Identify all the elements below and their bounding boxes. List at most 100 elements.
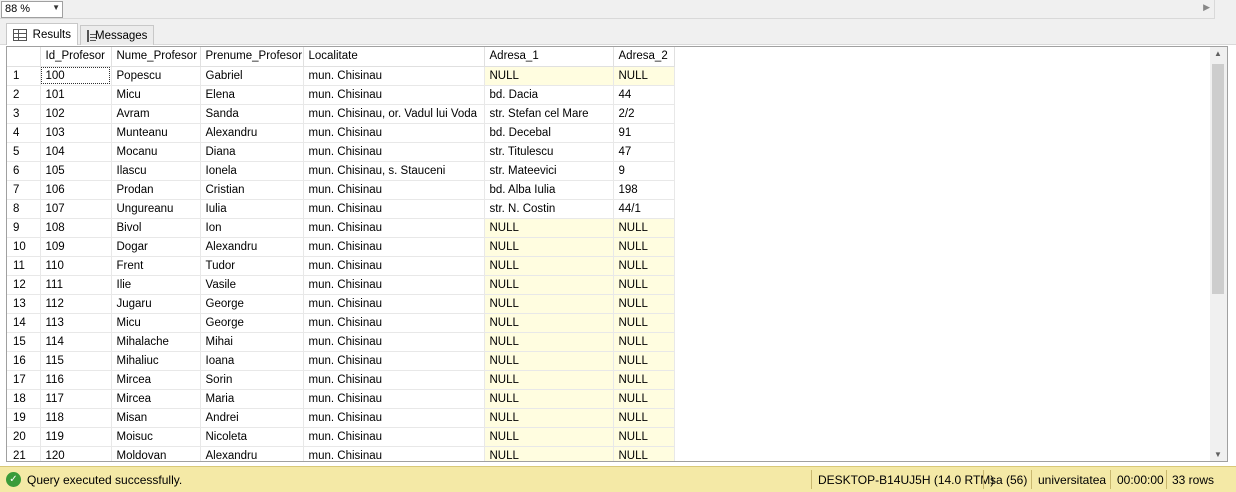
table-row[interactable]: 5 104 Mocanu Diana mun. Chisinau str. Titule… bbox=[7, 142, 675, 162]
grid-cell[interactable]: 115 bbox=[40, 351, 112, 371]
table-row[interactable]: 7 106 Prodan Cristian mun. Chisinau bd. Alba… bbox=[7, 180, 675, 200]
grid-cell[interactable]: Mocanu bbox=[111, 142, 201, 162]
grid-cell[interactable]: Moldovan bbox=[111, 446, 201, 461]
row-number[interactable]: 20 bbox=[7, 427, 41, 447]
grid-cell[interactable]: George bbox=[200, 313, 304, 333]
horizontal-scrollbar[interactable]: ▶ bbox=[66, 2, 1212, 17]
grid-cell[interactable]: Diana bbox=[200, 142, 304, 162]
grid-cell[interactable]: Jugaru bbox=[111, 294, 201, 314]
grid-cell[interactable]: mun. Chisinau bbox=[303, 427, 485, 447]
table-row[interactable]: 2 101 Micu Elena mun. Chisinau bd. Dacia 44 bbox=[7, 85, 675, 105]
row-number[interactable]: 6 bbox=[7, 161, 41, 181]
grid-cell[interactable]: 109 bbox=[40, 237, 112, 257]
row-number[interactable]: 11 bbox=[7, 256, 41, 276]
grid-cell[interactable]: Sorin bbox=[200, 370, 304, 390]
table-row[interactable]: 11 110 Frent Tudor mun. Chisinau NULL NULL bbox=[7, 256, 675, 276]
grid-cell[interactable]: 118 bbox=[40, 408, 112, 428]
row-number[interactable]: 17 bbox=[7, 370, 41, 390]
grid-cell[interactable]: Ilie bbox=[111, 275, 201, 295]
grid-cell[interactable]: 101 bbox=[40, 85, 112, 105]
zoom-select[interactable]: 88 % ▼ bbox=[1, 1, 63, 18]
grid-cell[interactable]: str. N. Costin bbox=[484, 199, 614, 219]
grid-cell[interactable]: NULL bbox=[613, 332, 675, 352]
table-row[interactable]: 12 111 Ilie Vasile mun. Chisinau NULL NULL bbox=[7, 275, 675, 295]
chevron-down-icon[interactable]: ▼ bbox=[52, 3, 60, 12]
grid-cell[interactable]: 119 bbox=[40, 427, 112, 447]
grid-cell[interactable]: 111 bbox=[40, 275, 112, 295]
row-number[interactable]: 3 bbox=[7, 104, 41, 124]
table-row[interactable]: 1 100 Popescu Gabriel mun. Chisinau NULL NULL bbox=[7, 66, 675, 86]
table-row[interactable]: 13 112 Jugaru George mun. Chisinau NULL NULL bbox=[7, 294, 675, 314]
grid-cell[interactable]: NULL bbox=[613, 294, 675, 314]
grid-cell[interactable]: 47 bbox=[613, 142, 675, 162]
grid-cell[interactable]: Dogar bbox=[111, 237, 201, 257]
grid-cell[interactable]: Frent bbox=[111, 256, 201, 276]
grid-cell[interactable]: mun. Chisinau bbox=[303, 332, 485, 352]
grid-cell[interactable]: 114 bbox=[40, 332, 112, 352]
grid-cell[interactable]: NULL bbox=[613, 351, 675, 371]
grid-cell[interactable]: 9 bbox=[613, 161, 675, 181]
grid-cell[interactable]: mun. Chisinau bbox=[303, 218, 485, 238]
grid-cell[interactable]: Ungureanu bbox=[111, 199, 201, 219]
results-grid[interactable]: Id_Profesor Nume_Profesor Prenume_Profesor… bbox=[6, 46, 1228, 462]
grid-cell[interactable]: str. Stefan cel Mare bbox=[484, 104, 614, 124]
row-number[interactable]: 21 bbox=[7, 446, 41, 461]
grid-cell[interactable]: NULL bbox=[484, 294, 614, 314]
grid-cell[interactable]: Andrei bbox=[200, 408, 304, 428]
grid-cell[interactable]: 120 bbox=[40, 446, 112, 461]
grid-cell[interactable]: 107 bbox=[40, 199, 112, 219]
grid-cell[interactable]: 113 bbox=[40, 313, 112, 333]
grid-cell[interactable]: 103 bbox=[40, 123, 112, 143]
table-row[interactable]: 20 119 Moisuc Nicoleta mun. Chisinau NULL NULL bbox=[7, 427, 675, 447]
grid-cell[interactable]: NULL bbox=[484, 237, 614, 257]
grid-cell[interactable]: Misan bbox=[111, 408, 201, 428]
grid-cell[interactable]: mun. Chisinau bbox=[303, 66, 485, 86]
row-number[interactable]: 10 bbox=[7, 237, 41, 257]
grid-cell[interactable]: NULL bbox=[613, 66, 675, 86]
row-number[interactable]: 13 bbox=[7, 294, 41, 314]
grid-cell[interactable]: NULL bbox=[613, 256, 675, 276]
table-row[interactable]: 18 117 Mircea Maria mun. Chisinau NULL NULL bbox=[7, 389, 675, 409]
grid-cell[interactable]: Elena bbox=[200, 85, 304, 105]
grid-cell[interactable]: Mihai bbox=[200, 332, 304, 352]
row-number[interactable]: 8 bbox=[7, 199, 41, 219]
grid-cell[interactable]: mun. Chisinau bbox=[303, 199, 485, 219]
scroll-right-icon[interactable]: ▶ bbox=[1203, 2, 1210, 13]
grid-cell[interactable]: NULL bbox=[484, 218, 614, 238]
grid-cell[interactable]: mun. Chisinau bbox=[303, 123, 485, 143]
grid-cell[interactable]: NULL bbox=[613, 218, 675, 238]
grid-cell[interactable]: 102 bbox=[40, 104, 112, 124]
grid-cell[interactable]: Maria bbox=[200, 389, 304, 409]
grid-cell[interactable]: NULL bbox=[613, 275, 675, 295]
grid-cell[interactable]: NULL bbox=[484, 427, 614, 447]
scrollbar-thumb[interactable] bbox=[1212, 64, 1224, 294]
row-number[interactable]: 1 bbox=[7, 66, 41, 86]
grid-cell[interactable]: Micu bbox=[111, 313, 201, 333]
grid-cell[interactable]: mun. Chisinau bbox=[303, 85, 485, 105]
grid-cell[interactable]: Tudor bbox=[200, 256, 304, 276]
table-row[interactable]: 15 114 Mihalache Mihai mun. Chisinau NULL NULL bbox=[7, 332, 675, 352]
grid-cell[interactable]: Ionela bbox=[200, 161, 304, 181]
grid-cell[interactable]: 117 bbox=[40, 389, 112, 409]
grid-cell[interactable]: NULL bbox=[484, 66, 614, 86]
grid-cell[interactable]: mun. Chisinau bbox=[303, 142, 485, 162]
grid-cell[interactable]: Prodan bbox=[111, 180, 201, 200]
grid-cell[interactable]: mun. Chisinau bbox=[303, 256, 485, 276]
table-row[interactable]: 19 118 Misan Andrei mun. Chisinau NULL NULL bbox=[7, 408, 675, 428]
scroll-down-icon[interactable]: ▼ bbox=[1214, 450, 1222, 459]
grid-cell[interactable]: NULL bbox=[484, 332, 614, 352]
grid-cell[interactable]: Nicoleta bbox=[200, 427, 304, 447]
grid-cell[interactable]: mun. Chisinau bbox=[303, 180, 485, 200]
grid-cell[interactable]: 104 bbox=[40, 142, 112, 162]
column-header[interactable]: Localitate bbox=[303, 47, 485, 67]
row-number[interactable]: 4 bbox=[7, 123, 41, 143]
row-number[interactable]: 7 bbox=[7, 180, 41, 200]
grid-cell[interactable]: NULL bbox=[613, 237, 675, 257]
grid-cell[interactable]: Mircea bbox=[111, 370, 201, 390]
grid-cell[interactable]: Mihaliuc bbox=[111, 351, 201, 371]
tab-results[interactable]: Results bbox=[6, 23, 78, 45]
row-number[interactable]: 19 bbox=[7, 408, 41, 428]
grid-cell[interactable]: Mircea bbox=[111, 389, 201, 409]
grid-cell[interactable]: Alexandru bbox=[200, 237, 304, 257]
column-header[interactable]: Adresa_2 bbox=[613, 47, 675, 67]
